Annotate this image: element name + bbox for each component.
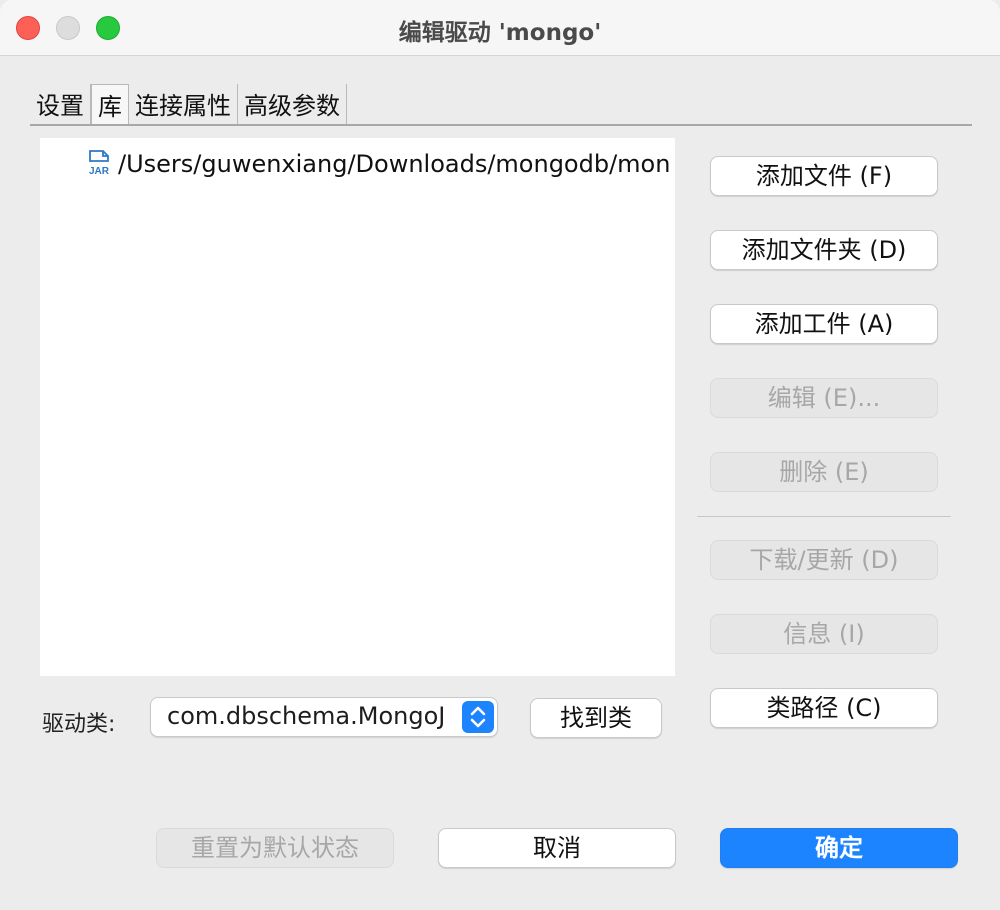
window-title: 编辑驱动 'mongo' bbox=[398, 20, 602, 46]
library-list-item[interactable]: JAR /Users/guwenxiang/Downloads/mongodb/… bbox=[86, 148, 671, 180]
driver-class-value: com.dbschema.MongoJ bbox=[167, 702, 446, 730]
tab-advanced-parameters[interactable]: 高级参数 bbox=[238, 84, 347, 126]
reset-default-button[interactable]: 重置为默认状态 bbox=[156, 828, 394, 868]
info-button[interactable]: 信息 (I) bbox=[710, 614, 938, 654]
add-artifact-button[interactable]: 添加工件 (A) bbox=[710, 304, 938, 344]
find-class-button[interactable]: 找到类 bbox=[530, 698, 662, 738]
driver-class-select[interactable]: com.dbschema.MongoJ bbox=[150, 697, 498, 737]
svg-text:JAR: JAR bbox=[89, 166, 110, 177]
edit-driver-dialog: 编辑驱动 'mongo' 设置 库 连接属性 高级参数 JAR /Users/g… bbox=[0, 0, 1000, 910]
tab-settings[interactable]: 设置 bbox=[30, 84, 91, 126]
driver-class-label: 驱动类: bbox=[42, 712, 116, 737]
title-bar: 编辑驱动 'mongo' bbox=[0, 0, 1000, 56]
tab-divider bbox=[30, 124, 972, 126]
button-separator bbox=[697, 516, 951, 517]
ok-button[interactable]: 确定 bbox=[720, 828, 958, 868]
tab-connection-properties[interactable]: 连接属性 bbox=[129, 84, 238, 126]
select-arrows-icon bbox=[462, 701, 494, 733]
classpath-button[interactable]: 类路径 (C) bbox=[710, 688, 938, 728]
library-list[interactable]: JAR /Users/guwenxiang/Downloads/mongodb/… bbox=[40, 138, 675, 676]
delete-button[interactable]: 删除 (E) bbox=[710, 452, 938, 492]
edit-button[interactable]: 编辑 (E)... bbox=[710, 378, 938, 418]
tab-bar: 设置 库 连接属性 高级参数 bbox=[30, 84, 347, 126]
download-update-button[interactable]: 下载/更新 (D) bbox=[710, 540, 938, 580]
jar-file-icon: JAR bbox=[87, 150, 111, 177]
library-path: /Users/guwenxiang/Downloads/mongodb/mon bbox=[118, 150, 671, 178]
add-file-button[interactable]: 添加文件 (F) bbox=[710, 156, 938, 196]
cancel-button[interactable]: 取消 bbox=[438, 828, 676, 868]
add-folder-button[interactable]: 添加文件夹 (D) bbox=[710, 230, 938, 270]
tab-library[interactable]: 库 bbox=[91, 84, 129, 126]
